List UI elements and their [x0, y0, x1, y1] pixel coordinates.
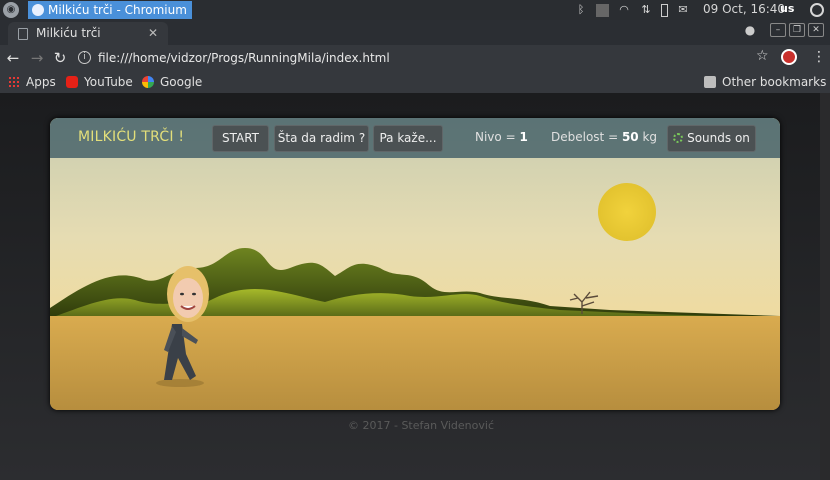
mail-icon[interactable]: ✉	[676, 4, 690, 16]
keyboard-layout[interactable]: us	[780, 2, 794, 15]
maximize-window-button[interactable]: ❐	[789, 23, 805, 37]
level-stat: Nivo = 1	[475, 130, 528, 144]
says-button[interactable]: Pa kaže...	[373, 125, 443, 152]
bookmark-google[interactable]: Google	[142, 74, 202, 90]
level-value: 1	[519, 130, 528, 144]
sounds-toggle-button[interactable]: Sounds on	[667, 125, 756, 152]
os-menu-icon[interactable]: ◉	[3, 2, 19, 18]
tab-strip: Milkiću trči ✕	[0, 20, 830, 45]
bookmark-apps[interactable]: Apps	[8, 74, 56, 90]
close-window-button[interactable]: ✕	[808, 23, 824, 37]
start-button[interactable]: START	[212, 125, 269, 152]
tray-square-icon[interactable]	[596, 3, 609, 17]
os-taskbar: ◉ Milkiću trči - Chromium ᛒ ◠ ⇅ ✉ 09 Oct…	[0, 0, 830, 20]
tab-close-icon[interactable]: ✕	[148, 22, 158, 45]
extension-icon[interactable]	[781, 49, 797, 65]
tab-title: Milkiću trči	[36, 26, 101, 40]
address-bar[interactable]: i file:///home/vidzor/Progs/RunningMila/…	[74, 47, 754, 69]
bookmark-label: YouTube	[84, 75, 133, 89]
page-favicon-icon	[18, 28, 28, 40]
page-scrollbar[interactable]	[820, 93, 830, 480]
url-text: file:///home/vidzor/Progs/RunningMila/in…	[98, 51, 390, 65]
game-scene	[50, 118, 780, 410]
sun-icon	[598, 183, 656, 241]
system-tray: ᛒ ◠ ⇅ ✉	[566, 2, 690, 18]
game-header: MILKIĆU TRČI ! START Šta da radim ? Pa k…	[50, 118, 780, 158]
battery-icon[interactable]	[661, 3, 668, 17]
reload-button[interactable]: ↻	[51, 49, 69, 67]
profile-icon[interactable]: ●	[742, 24, 758, 38]
folder-icon	[704, 76, 716, 88]
site-info-icon[interactable]: i	[78, 51, 91, 64]
taskbar-window-button[interactable]: Milkiću trči - Chromium	[28, 1, 192, 19]
instructions-button[interactable]: Šta da radim ?	[274, 125, 369, 152]
weight-stat: Debelost = 50 kg	[551, 130, 658, 144]
ethernet-icon[interactable]: ⇅	[639, 4, 653, 16]
bookmark-label: Apps	[26, 75, 56, 89]
power-icon[interactable]	[810, 3, 824, 17]
browser-toolbar: ← → ↻ i file:///home/vidzor/Progs/Runnin…	[0, 45, 830, 71]
weight-value: 50	[621, 130, 639, 144]
chromium-icon	[32, 4, 44, 16]
youtube-icon	[66, 76, 78, 88]
minimize-window-button[interactable]: –	[770, 23, 786, 37]
bookmark-star-icon[interactable]: ☆	[756, 48, 769, 64]
forward-button[interactable]: →	[28, 49, 46, 67]
gear-icon	[673, 133, 684, 143]
bookmark-label: Google	[160, 75, 203, 89]
sounds-label: Sounds on	[687, 131, 750, 145]
page-footer: © 2017 - Stefan Videnović	[348, 419, 495, 432]
bookmark-youtube[interactable]: YouTube	[66, 74, 133, 90]
other-bookmarks-label: Other bookmarks	[722, 75, 827, 89]
taskbar-window-title: Milkiću trči - Chromium	[48, 3, 187, 17]
game-container: MILKIĆU TRČI ! START Šta da radim ? Pa k…	[50, 118, 780, 410]
browser-menu-icon[interactable]: ⋮	[812, 49, 826, 65]
game-title: MILKIĆU TRČI !	[78, 129, 185, 145]
other-bookmarks[interactable]: Other bookmarks	[704, 74, 826, 90]
bookmarks-bar: Apps YouTube Google Other bookmarks	[0, 71, 830, 93]
wifi-icon[interactable]: ◠	[617, 4, 631, 16]
google-icon	[142, 76, 154, 88]
apps-icon	[8, 76, 20, 88]
desert-ground	[50, 316, 780, 410]
bluetooth-icon[interactable]: ᛒ	[574, 4, 588, 16]
clock[interactable]: 09 Oct, 16:40	[703, 2, 785, 16]
browser-tab[interactable]: Milkiću trči ✕	[8, 22, 168, 45]
back-button[interactable]: ←	[4, 49, 22, 67]
face	[173, 278, 203, 318]
